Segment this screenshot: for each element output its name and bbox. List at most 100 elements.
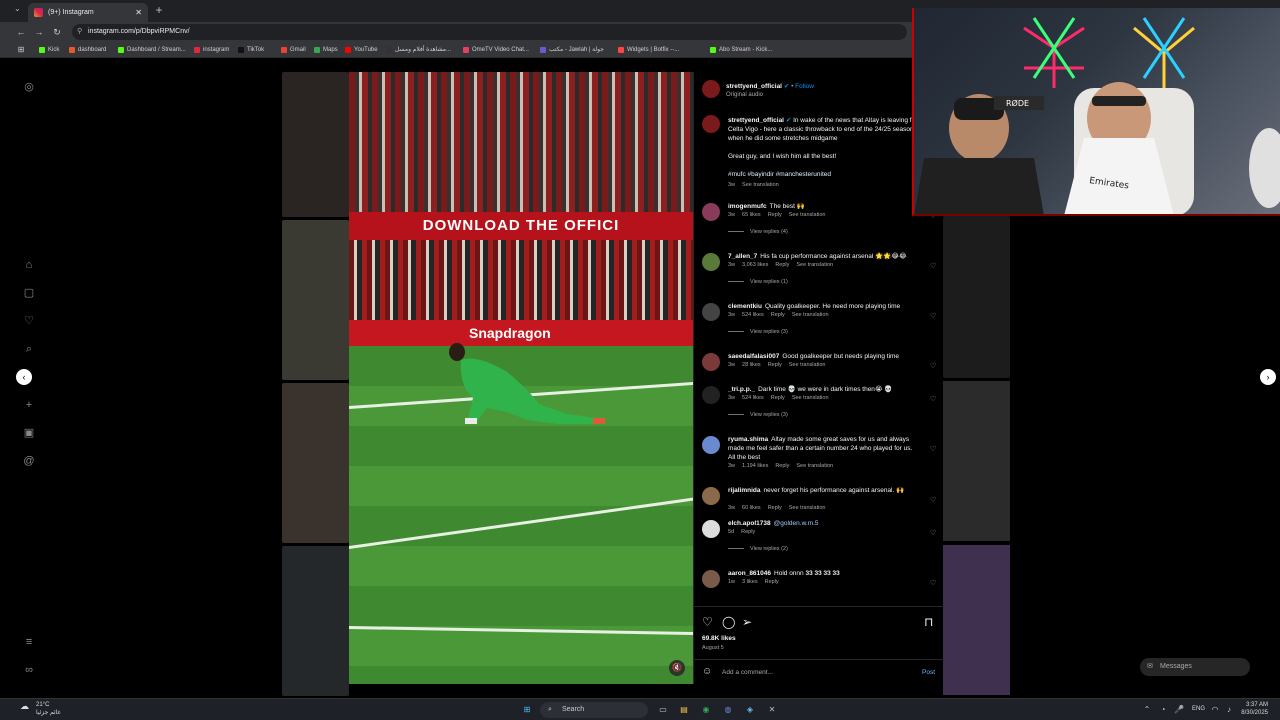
bookmark-item[interactable]: instagram	[193, 44, 229, 56]
url-bar[interactable]: ⚲ instagram.com/p/DbpviRPMCnv/	[72, 24, 907, 40]
comment-translate[interactable]: See translation	[789, 362, 826, 368]
comment-reply[interactable]: Reply	[768, 212, 782, 218]
bookmark-item[interactable]: Kick	[38, 44, 59, 56]
bookmark-item[interactable]: YouTube	[344, 44, 378, 56]
avatar[interactable]	[702, 487, 720, 505]
emoji-icon[interactable]: ☺	[702, 666, 712, 677]
view-replies-link[interactable]: View replies (3)	[728, 329, 788, 335]
avatar[interactable]	[702, 203, 720, 221]
bookmark-item[interactable]: مشاهدة أفلام ومسل...	[385, 44, 451, 56]
view-replies-link[interactable]: View replies (2)	[728, 546, 788, 552]
close-tab-icon[interactable]: ✕	[135, 3, 142, 22]
avatar[interactable]	[702, 386, 720, 404]
comment-translate[interactable]: See translation	[796, 463, 833, 469]
grid-tile[interactable]	[943, 545, 1010, 695]
meta-icon[interactable]: ∞	[22, 663, 36, 677]
new-tab-button[interactable]: +	[152, 3, 166, 17]
forward-icon[interactable]: →	[32, 25, 46, 39]
avatar[interactable]	[702, 520, 720, 538]
volume-icon[interactable]: ♪	[1222, 703, 1236, 717]
comment-likes[interactable]: 524 likes	[742, 312, 764, 318]
bookmark-item[interactable]: مكتب - Jawlah | جولة	[539, 44, 604, 56]
reload-icon[interactable]: ↻	[50, 25, 64, 39]
weather-widget[interactable]: ☁ 21°C غائم جزئيا	[20, 701, 61, 717]
comment-like-icon[interactable]: ♡	[930, 312, 936, 320]
mute-icon[interactable]: 🔇	[669, 660, 685, 676]
steam-icon[interactable]: ◈	[743, 703, 757, 717]
comment-username[interactable]: ryuma.shima	[728, 436, 768, 443]
see-translation-link[interactable]: See translation	[742, 182, 779, 188]
clock[interactable]: 3:37 AM 8/30/2025	[1241, 701, 1268, 717]
avatar[interactable]	[702, 570, 720, 588]
comment-username[interactable]: saeedalfalasi007	[728, 353, 779, 360]
comment-likes[interactable]: 28 likes	[742, 362, 761, 368]
comment-translate[interactable]: See translation	[789, 505, 826, 511]
share-icon[interactable]: ➢	[742, 615, 752, 629]
bookmark-item[interactable]: Widgets | Botfix --...	[617, 44, 679, 56]
tray-chevron-icon[interactable]: ⌃	[1140, 703, 1154, 717]
save-bookmark-icon[interactable]: ⊓	[924, 615, 933, 629]
avatar[interactable]	[702, 80, 720, 98]
post-username[interactable]: strettyend_official	[726, 83, 782, 90]
previous-post-button[interactable]: ‹	[16, 369, 32, 385]
comment-username[interactable]: rijalimnida	[728, 487, 761, 494]
heart-icon[interactable]: ♡	[22, 314, 36, 328]
back-icon[interactable]: ←	[14, 25, 28, 39]
bookmark-item[interactable]: dashboard	[68, 44, 106, 56]
plus-icon[interactable]: +	[22, 398, 36, 412]
discord-icon[interactable]: ◍	[721, 703, 735, 717]
browser-tab[interactable]: (9+) Instagram ✕	[28, 3, 148, 22]
microphone-icon[interactable]: 🎤	[1172, 703, 1186, 717]
avatar[interactable]	[702, 115, 720, 133]
apps-grid-icon[interactable]: ⊞	[14, 43, 28, 57]
comment-username[interactable]: aaron_861046	[728, 570, 771, 577]
task-view-icon[interactable]: ▭	[656, 703, 670, 717]
bookmark-item[interactable]: Maps	[313, 44, 338, 56]
language-indicator[interactable]: ENG	[1192, 706, 1205, 712]
comment-likes[interactable]: 60 likes	[742, 505, 761, 511]
comment-username[interactable]: 7_allen_7	[728, 253, 757, 260]
bookmark-item[interactable]: OmeTV Video Chat...	[462, 44, 529, 56]
tab-search-icon[interactable]: ⌄	[14, 4, 26, 16]
app-icon[interactable]: ✕	[765, 703, 779, 717]
next-post-button[interactable]: ›	[1260, 369, 1276, 385]
grid-tile[interactable]	[943, 381, 1010, 541]
comment-icon[interactable]: ◯	[722, 615, 735, 629]
avatar[interactable]	[702, 253, 720, 271]
comment-like-icon[interactable]: ♡	[930, 445, 936, 453]
dashboard-icon[interactable]: ▣	[22, 426, 36, 440]
bookmark-item[interactable]: Gmail	[280, 44, 306, 56]
comment-reply[interactable]: Reply	[768, 362, 782, 368]
follow-button[interactable]: Follow	[795, 83, 814, 90]
comment-username[interactable]: imogenmufc	[728, 203, 767, 210]
grid-tile[interactable]	[282, 383, 349, 543]
grid-tile[interactable]	[943, 216, 1010, 378]
comment-translate[interactable]: See translation	[792, 312, 829, 318]
bookmark-item[interactable]: Abo Stream - Kick...	[709, 44, 772, 56]
threads-icon[interactable]: @	[22, 454, 36, 468]
comment-reply[interactable]: Reply	[771, 312, 785, 318]
comment-likes[interactable]: 1,194 likes	[742, 463, 768, 469]
comment-likes[interactable]: 3,063 likes	[742, 262, 768, 268]
grid-tile[interactable]	[282, 72, 349, 217]
windows-start-icon[interactable]: ⊞	[520, 703, 534, 717]
comment-username[interactable]: _tri.p.p._	[728, 386, 755, 393]
comment-reply[interactable]: Reply	[775, 262, 789, 268]
comment-like-icon[interactable]: ♡	[930, 362, 936, 370]
comment-like-icon[interactable]: ♡	[930, 529, 936, 537]
tray-app-icon[interactable]: ◔	[1156, 703, 1170, 717]
taskbar-search[interactable]: ⌕ Search	[540, 702, 648, 718]
comment-reply[interactable]: Reply	[775, 463, 789, 469]
instagram-icon[interactable]: ◎	[22, 80, 36, 94]
comment-reply[interactable]: Reply	[741, 529, 755, 535]
grid-tile[interactable]	[282, 546, 349, 696]
comment-translate[interactable]: See translation	[789, 212, 826, 218]
comment-reply[interactable]: Reply	[768, 505, 782, 511]
view-replies-link[interactable]: View replies (4)	[728, 229, 788, 235]
bookmark-item[interactable]: TikTok	[237, 44, 264, 56]
view-replies-link[interactable]: View replies (3)	[728, 412, 788, 418]
comment-username[interactable]: elch.apol1738	[728, 520, 771, 527]
comment-like-icon[interactable]: ♡	[930, 395, 936, 403]
like-heart-icon[interactable]: ♡	[702, 615, 713, 629]
comment-like-icon[interactable]: ♡	[930, 496, 936, 504]
